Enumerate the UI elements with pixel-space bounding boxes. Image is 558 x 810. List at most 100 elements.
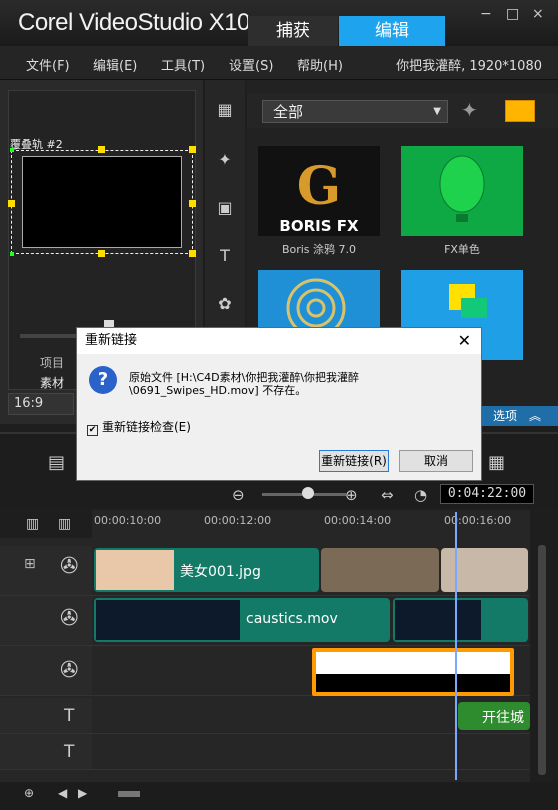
project-duration[interactable]: 0:04:22:00 <box>440 484 534 504</box>
resize-handle[interactable] <box>189 250 196 257</box>
svg-text:BORIS FX: BORIS FX <box>279 217 359 235</box>
question-icon: ? <box>89 366 117 394</box>
mosaic-square <box>461 298 487 318</box>
bottom-bar: ⊕ ◀ ▶ <box>0 782 558 810</box>
checkbox-checked-icon[interactable]: ✔ <box>87 425 98 436</box>
corner-handle[interactable] <box>10 252 14 256</box>
title-clip[interactable]: 开往城 <box>458 702 530 730</box>
resize-handle[interactable] <box>8 200 15 207</box>
close-icon[interactable]: ✕ <box>458 328 471 354</box>
maximize-button[interactable]: □ <box>506 6 519 22</box>
clip-mode-label[interactable]: 素材 <box>40 374 64 391</box>
close-window-button[interactable]: × <box>532 6 544 22</box>
app-title: Corel VideoStudio X10 <box>18 9 250 36</box>
clip-thumbnail <box>316 674 510 692</box>
graphic-icon[interactable]: ✿ <box>213 294 237 316</box>
relink-dialog: 重新链接 ✕ ? 原始文件 [H:\C4D素材\你把我灌醉\你把我灌醉\0691… <box>76 327 482 481</box>
chevron-down-icon: ▼ <box>433 106 441 117</box>
options-label: 选项 <box>493 409 518 423</box>
layout-icon[interactable]: ▦ <box>488 452 505 473</box>
library-toolbar: 全部 ▼ ✦ <box>247 94 558 128</box>
fit-project-icon[interactable]: ⇔ <box>381 486 394 504</box>
resize-handle[interactable] <box>189 146 196 153</box>
relink-button[interactable]: 重新链接(R) <box>319 450 389 472</box>
title-bar: Corel VideoStudio X10 捕获 编辑 − □ × <box>0 0 558 46</box>
track-header: T <box>0 698 92 733</box>
resize-handle[interactable] <box>98 250 105 257</box>
dialog-message: 原始文件 [H:\C4D素材\你把我灌醉\你把我灌醉\0691_Swipes_H… <box>129 371 360 397</box>
svg-text:G: G <box>297 156 341 217</box>
clip-thumbnail <box>96 600 240 640</box>
resize-handle[interactable] <box>189 200 196 207</box>
clip-thumbnail <box>395 600 481 640</box>
track-lock-icon[interactable]: ⊞ <box>24 556 36 572</box>
instant-project-icon[interactable]: ✦ <box>213 150 237 172</box>
boris-fx-tile[interactable]: G BORIS FX <box>258 146 380 236</box>
overlay-clip[interactable]: caustics.mov <box>94 598 390 642</box>
tab-capture[interactable]: 捕获 <box>248 16 338 46</box>
checkbox-label: 重新链接检查(E) <box>102 420 191 434</box>
clip-thumbnail <box>96 550 174 590</box>
menu-file[interactable]: 文件(F) <box>26 55 70 74</box>
title-track-icon: T <box>64 742 75 762</box>
playhead[interactable] <box>455 512 457 780</box>
fx-solid-tile[interactable] <box>401 146 523 236</box>
title-track-2: T <box>0 734 530 770</box>
overlay-track-2: ✇ <box>0 646 530 696</box>
menu-edit[interactable]: 编辑(E) <box>93 55 137 74</box>
chevron-up-icon: ︽ <box>529 409 542 423</box>
scroll-left-icon[interactable]: ◀ <box>58 786 67 800</box>
zoom-in-icon[interactable]: ⊕ <box>345 486 358 504</box>
resize-handle[interactable] <box>98 146 105 153</box>
category-value: 全部 <box>273 103 304 121</box>
title-track-icon: T <box>64 706 75 726</box>
boris-fx-thumbnail: G BORIS FX <box>258 146 380 236</box>
clip-label: 美女001.jpg <box>180 564 261 580</box>
clip-thumbnail <box>316 652 510 674</box>
video-clip[interactable]: 美女001.jpg <box>94 548 319 592</box>
zoom-out-icon[interactable]: ⊖ <box>232 486 245 504</box>
horizontal-scrollbar[interactable] <box>118 791 140 797</box>
overlay-track-1: ✇ caustics.mov <box>0 596 530 646</box>
options-toggle[interactable]: 选项 ︽ <box>480 406 558 426</box>
add-track-icon[interactable]: ⊕ <box>24 786 34 800</box>
cancel-button[interactable]: 取消 <box>399 450 473 472</box>
vertical-scrollbar[interactable] <box>538 545 546 775</box>
relink-check[interactable]: ✔ 重新链接检查(E) <box>87 418 191 436</box>
minimize-button[interactable]: − <box>480 6 492 22</box>
selected-overlay-clip[interactable] <box>312 648 514 696</box>
transition-clip[interactable] <box>321 548 439 592</box>
timeline-tracks: ⊞ ✇ 美女001.jpg ✇ caustics.mov ✇ T 开往城 T <box>0 538 530 782</box>
aspect-ratio-select[interactable]: 16:9 <box>8 393 74 415</box>
zoom-thumb[interactable] <box>302 487 314 499</box>
balloon-thumbnail <box>439 155 485 222</box>
menu-help[interactable]: 帮助(H) <box>297 55 343 74</box>
menu-settings[interactable]: 设置(S) <box>229 55 273 74</box>
ruler-tick: 00:00:14:00 <box>324 514 392 527</box>
project-info: 你把我灌醉, 1920*1080 <box>396 59 542 74</box>
title-icon[interactable]: T <box>213 246 237 268</box>
track-header: T <box>0 734 92 769</box>
thumbnail-view-icon[interactable] <box>505 100 535 122</box>
film-reel-icon: ✇ <box>60 658 79 683</box>
media-icon[interactable]: ▦ <box>213 100 237 122</box>
show-all-tracks-icon[interactable]: ▥ <box>26 516 39 532</box>
project-mode-label[interactable]: 项目 <box>40 354 64 371</box>
clock-icon: ◔ <box>414 486 428 504</box>
dialog-title-bar: 重新链接 ✕ <box>77 328 481 354</box>
transition-icon[interactable]: ▣ <box>213 198 237 220</box>
overlay-clip[interactable] <box>393 598 528 642</box>
corner-handle[interactable] <box>10 148 14 152</box>
ruler-tick: 00:00:10:00 <box>94 514 162 527</box>
tab-edit[interactable]: 编辑 <box>339 16 445 46</box>
boris-fx-label: Boris 涂鸦 7.0 <box>281 243 357 256</box>
add-favorite-icon[interactable]: ✦ <box>461 98 478 122</box>
scroll-right-icon[interactable]: ▶ <box>78 786 87 800</box>
storyboard-view-icon[interactable]: ▤ <box>48 452 65 473</box>
menu-tools[interactable]: 工具(T) <box>161 55 205 74</box>
time-ruler[interactable]: 00:00:10:00 00:00:12:00 00:00:14:00 00:0… <box>92 510 530 538</box>
ruler-tick: 00:00:12:00 <box>204 514 272 527</box>
title-track-1: T 开往城 <box>0 698 530 734</box>
track-manager-icon[interactable]: ▥ <box>58 516 71 532</box>
category-select[interactable]: 全部 ▼ <box>262 100 448 123</box>
